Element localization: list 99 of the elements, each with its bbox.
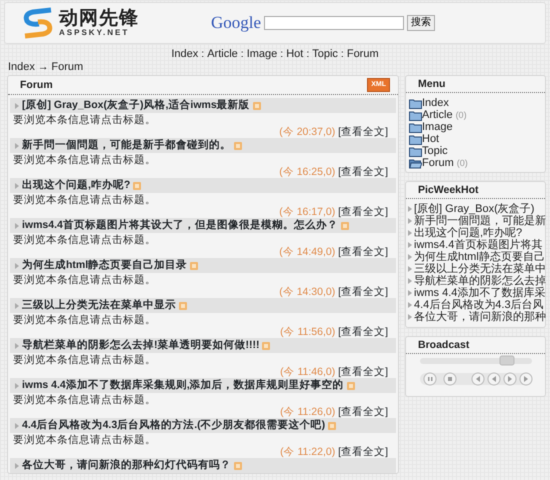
hot-item-link[interactable]: 各位大哥，请问新浪的那种 (414, 311, 546, 324)
bullet-icon (408, 218, 412, 224)
hot-item-link[interactable]: iwms4.4首页标题图片将其 (414, 239, 542, 252)
bullet-icon (15, 142, 19, 149)
item-count: (0) (456, 109, 467, 122)
nav-link[interactable]: Topic (312, 48, 338, 61)
rss-icon[interactable] (179, 302, 187, 310)
rss-icon[interactable] (234, 462, 242, 470)
nav-separator: : (340, 48, 344, 61)
breadcrumb-separator: → (38, 60, 48, 74)
menu-link[interactable]: Image (422, 121, 453, 134)
read-more-link[interactable]: [查看全文] (338, 206, 388, 218)
bullet-icon (15, 342, 19, 349)
nav-separator: : (280, 48, 284, 61)
nav-separator: : (201, 48, 204, 61)
post-summary: 要浏览本条信息请点击标题。 (13, 354, 156, 366)
search-button[interactable]: 搜索 (407, 14, 436, 31)
logo-subtitle: ASPSKY.NET (59, 28, 130, 38)
post-time: (今 11:26,0) (280, 406, 336, 418)
rss-icon[interactable] (328, 422, 336, 430)
rss-icon[interactable] (133, 182, 142, 190)
bullet-icon (15, 222, 19, 229)
post-summary: 要浏览本条信息请点击标题。 (13, 314, 156, 326)
search-logo: Google (211, 12, 262, 34)
search-field[interactable] (264, 16, 404, 30)
post-time: (今 11:46,0) (280, 366, 336, 378)
bullet-icon (408, 290, 412, 296)
post-time: (今 11:56,0) (280, 326, 336, 338)
panel-title: PicWeekHot (418, 184, 478, 196)
menu-link[interactable]: Forum (422, 157, 454, 170)
read-more-link[interactable]: [查看全文] (338, 126, 388, 138)
read-more-link[interactable]: [查看全文] (338, 406, 388, 418)
logo-icon (21, 7, 55, 39)
rss-icon[interactable] (234, 142, 242, 150)
hot-item-link[interactable]: 为何生成html静态页要自己 (414, 251, 545, 264)
read-more-link[interactable]: [查看全文] (338, 286, 388, 298)
post-summary: 要浏览本条信息请点击标题。 (13, 394, 156, 406)
nav-separator: : (306, 48, 310, 61)
read-more-link[interactable]: [查看全文] (338, 246, 388, 258)
item-count: (0) (456, 157, 468, 170)
nav-link[interactable]: Index (171, 48, 198, 61)
panel-title: Broadcast (418, 339, 470, 352)
read-more-link[interactable]: [查看全文] (338, 366, 388, 378)
hot-item-link[interactable]: 三级以上分类无法在菜单中 (414, 263, 546, 276)
hot-item-link[interactable]: 出现这个问题,咋办呢? (414, 227, 522, 240)
read-more-link[interactable]: [查看全文] (338, 166, 388, 178)
post-summary: 要浏览本条信息请点击标题。 (13, 154, 156, 166)
hot-item-link[interactable]: 导航栏菜单的阴影怎么去掉 (414, 275, 546, 288)
bullet-icon (15, 102, 19, 109)
post-time: (今 16:25,0) (279, 166, 336, 178)
breadcrumb-link[interactable]: Forum (51, 60, 84, 74)
post-summary: 要浏览本条信息请点击标题。 (13, 194, 156, 206)
bullet-icon (15, 422, 19, 429)
hot-item-link[interactable]: iwms 4.4添加不了数据库采 (414, 287, 546, 300)
nav-link[interactable]: Hot (286, 48, 304, 61)
bullet-icon (408, 266, 412, 272)
bullet-icon (15, 302, 19, 309)
read-more-link[interactable]: [查看全文] (338, 446, 388, 458)
bullet-icon (408, 242, 412, 248)
post-summary: 要浏览本条信息请点击标题。 (13, 114, 156, 126)
post-time: (今 16:17,0) (279, 206, 336, 218)
bullet-icon (15, 182, 19, 189)
logo-text: 动网先锋 (59, 8, 139, 28)
bullet-icon (408, 230, 412, 236)
post-summary: 要浏览本条信息请点击标题。 (13, 434, 156, 446)
hot-item-link[interactable]: 4.4后台风格改为4.3后台风 (414, 299, 544, 312)
hot-item-link[interactable]: 新手問一個問題，可能是新 (414, 215, 546, 228)
bullet-icon (408, 206, 412, 212)
rss-icon[interactable] (262, 342, 270, 350)
menu-link[interactable]: Article (422, 109, 453, 122)
post-time: (今 11:22,0) (280, 446, 336, 458)
bullet-icon (15, 382, 19, 389)
rss-icon[interactable] (346, 382, 355, 390)
bullet-icon (408, 314, 412, 320)
nav-link[interactable]: Forum (346, 48, 379, 61)
post-summary: 要浏览本条信息请点击标题。 (13, 234, 156, 246)
nav-link[interactable]: Image (246, 48, 278, 61)
post-time: (今 14:49,0) (279, 246, 336, 258)
nav-link[interactable]: Article (207, 48, 238, 61)
breadcrumb-link[interactable]: Index (8, 60, 35, 74)
nav-separator: : (240, 48, 244, 61)
bullet-icon (15, 262, 19, 269)
panel-title: Forum (20, 79, 53, 92)
read-more-link[interactable]: [查看全文] (338, 326, 388, 338)
post-time: (今 20:37,0) (279, 126, 336, 138)
rss-icon[interactable] (340, 222, 349, 230)
rss-icon[interactable] (252, 102, 261, 110)
bullet-icon (408, 278, 412, 284)
bullet-icon (408, 302, 412, 308)
panel-title: Menu (418, 78, 446, 90)
menu-link[interactable]: Index (422, 97, 449, 110)
post-summary: 要浏览本条信息请点击标题。 (13, 274, 156, 286)
bullet-icon (15, 462, 19, 469)
hot-item-link[interactable]: [原创] Gray_Box(灰盒子) (414, 203, 534, 216)
rss-icon[interactable] (190, 262, 198, 270)
post-time: (今 14:30,0) (279, 286, 336, 298)
menu-link[interactable]: Topic (422, 145, 448, 158)
bullet-icon (408, 254, 412, 260)
menu-link[interactable]: Hot (422, 133, 440, 146)
